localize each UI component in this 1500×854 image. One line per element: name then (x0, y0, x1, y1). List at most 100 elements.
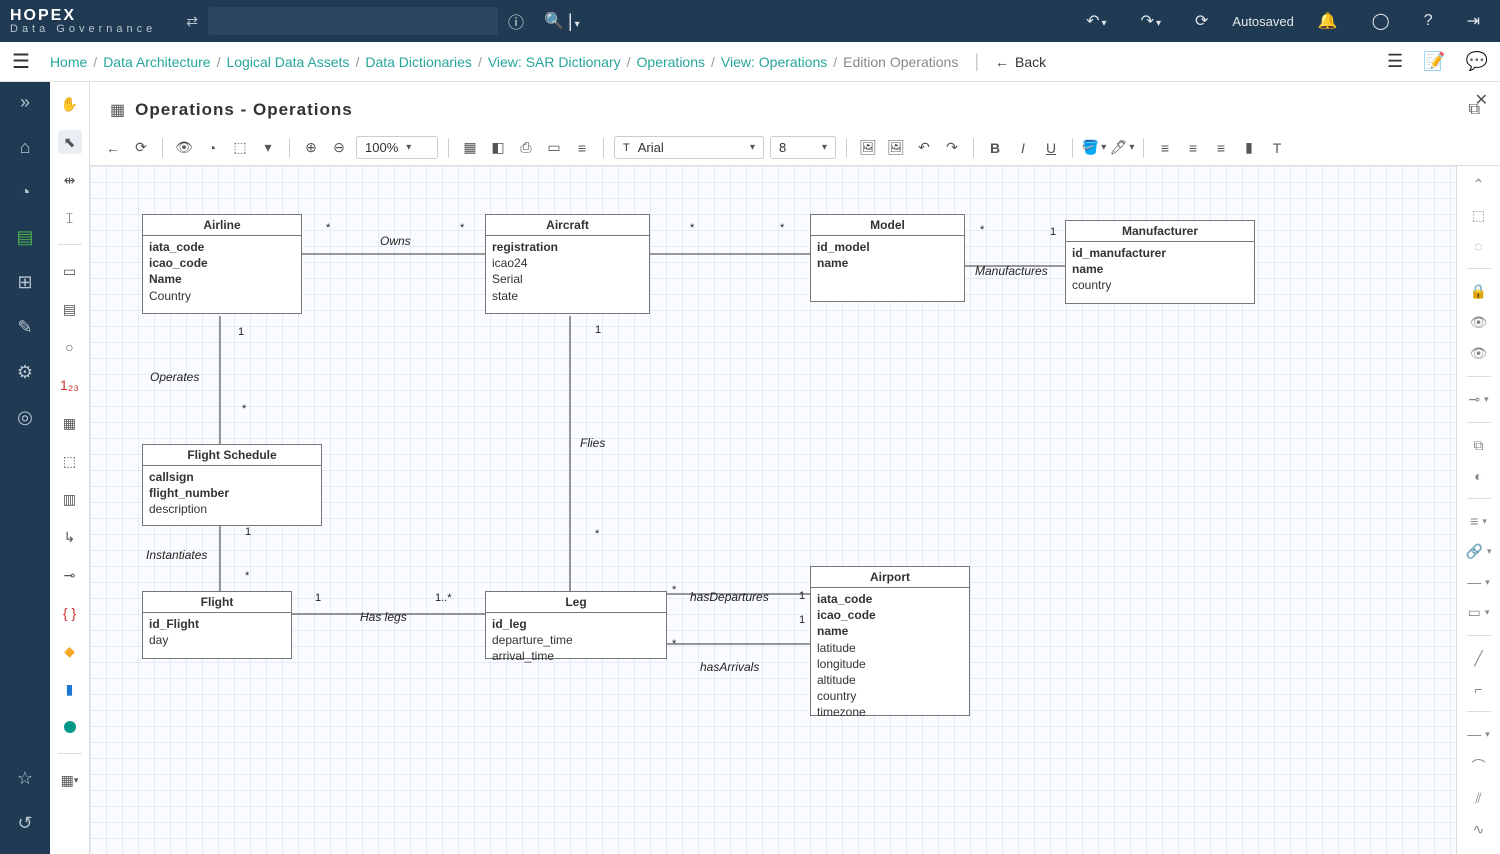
nav-back-icon[interactable]: ← (102, 137, 124, 159)
table-icon[interactable]: ▦ (58, 411, 82, 435)
list-icon[interactable]: ☰ (1387, 51, 1403, 72)
rail-ortho-icon[interactable]: ⌐ (1474, 681, 1482, 697)
back-button[interactable]: ← Back (995, 54, 1046, 70)
history-icon[interactable]: ↺ (17, 813, 32, 834)
rotate-left-icon[interactable]: ↶ (913, 137, 935, 159)
pan-tool-icon[interactable]: ✋ (58, 92, 82, 116)
arrow-tool-icon[interactable]: ↳ (58, 525, 82, 549)
italic-icon[interactable]: I (1012, 137, 1034, 159)
bold-icon[interactable]: B (984, 137, 1006, 159)
zoom-in-icon[interactable]: ⊕ (300, 137, 322, 159)
bc-logical-assets[interactable]: Logical Data Assets (226, 54, 349, 70)
data-icon[interactable]: ▤ (16, 227, 33, 248)
note-icon[interactable]: 📝 (1423, 51, 1445, 72)
entity-manufacturer[interactable]: Manufacturer id_manufacturernamecountry (1065, 220, 1255, 304)
redo-icon[interactable]: ↷▾ (1141, 11, 1161, 31)
bc-operations[interactable]: Operations (637, 54, 705, 70)
layout-2-icon[interactable]: ◧ (487, 137, 509, 159)
rail-curve-icon[interactable]: ⌒ (1472, 756, 1486, 776)
grid-icon[interactable]: ▦ ▾ (58, 768, 82, 792)
rail-show-icon[interactable]: 👁 (1470, 345, 1488, 362)
menu-icon[interactable]: ☰ (12, 49, 30, 74)
list-tool-icon[interactable]: ▥ (58, 487, 82, 511)
print-icon[interactable]: ⎙ (515, 137, 537, 159)
fill-color-icon[interactable]: 🪣▾ (1083, 137, 1105, 159)
dropdown-icon[interactable]: ▾ (257, 137, 279, 159)
user-icon[interactable]: ◯ (1372, 11, 1390, 31)
img-2-icon[interactable]: 🖼 (885, 137, 907, 159)
diagram-canvas[interactable]: Owns Manufactures Operates Flies Instant… (90, 166, 1456, 854)
view-icon[interactable]: 👁 (173, 137, 195, 159)
rail-link-icon[interactable]: 🔗 (1466, 543, 1483, 560)
rail-line2-icon[interactable]: ▭ (1468, 604, 1481, 621)
bc-view-operations[interactable]: View: Operations (721, 54, 827, 70)
entity-aircraft[interactable]: Aircraft registrationicao24Serialstate (485, 214, 650, 314)
search-input[interactable] (208, 7, 498, 35)
edit-icon[interactable]: ✎ (17, 317, 32, 338)
help-icon[interactable]: ? (1424, 12, 1433, 30)
info-icon[interactable]: ⓘ (508, 9, 524, 33)
favorites-icon[interactable]: ☆ (17, 768, 33, 789)
bc-data-dictionaries[interactable]: Data Dictionaries (365, 54, 472, 70)
rail-up-icon[interactable]: ⌃ (1473, 176, 1485, 193)
rail-line1-icon[interactable]: — (1467, 574, 1481, 590)
relation-icon[interactable]: ⬚ (58, 449, 82, 473)
home-icon[interactable]: ⌂ (20, 137, 31, 158)
align-left-icon[interactable]: ≡ (1154, 137, 1176, 159)
number-tool-icon[interactable]: 1₂₃ (58, 373, 82, 397)
font-select[interactable]: TArial▾ (614, 136, 764, 159)
entity-model[interactable]: Model id_modelname (810, 214, 965, 302)
entity-icon[interactable]: ▤ (58, 297, 82, 321)
expand-sidebar-icon[interactable]: » (20, 92, 30, 113)
entity-flight[interactable]: Flight id_Flightday (142, 591, 292, 659)
folder-icon[interactable]: ▭ (58, 259, 82, 283)
rail-rotate-icon[interactable]: ◐ (1474, 468, 1482, 484)
image-icon[interactable]: ▭ (543, 137, 565, 159)
circle-tool-icon[interactable]: ○ (58, 335, 82, 359)
nav-refresh-icon[interactable]: ⟳ (130, 137, 152, 159)
rail-lock-icon[interactable]: 🔒 (1470, 283, 1487, 300)
undo-icon[interactable]: ↶▾ (1086, 11, 1106, 31)
rail-copy-icon[interactable]: ⧉ (1474, 437, 1484, 454)
highlight-icon[interactable]: ▮ (1238, 137, 1260, 159)
connector-icon[interactable]: ⊸ (58, 563, 82, 587)
select-tool-icon[interactable]: ⬉ (58, 130, 82, 154)
layout-1-icon[interactable]: ▦ (459, 137, 481, 159)
notifications-icon[interactable]: 🔔 (1318, 11, 1338, 31)
braces-icon[interactable]: { } (58, 601, 82, 625)
bc-data-architecture[interactable]: Data Architecture (103, 54, 210, 70)
entity-leg[interactable]: Leg id_legdeparture_timearrival_time (485, 591, 667, 659)
rail-dashed-icon[interactable]: ◌ (1474, 238, 1482, 254)
search-dropdown-icon[interactable]: |▾ (568, 11, 580, 32)
zoom-select[interactable]: 100%▾ (356, 136, 438, 159)
split-tool-icon[interactable]: ⇹ (58, 168, 82, 192)
rail-straight-icon[interactable]: ╱ (1474, 650, 1482, 667)
align-center-icon[interactable]: ≡ (1182, 137, 1204, 159)
bc-sar-dictionary[interactable]: View: SAR Dictionary (488, 54, 621, 70)
entity-airline[interactable]: Airline iata_codeicao_codeNameCountry (142, 214, 302, 314)
refresh-icon[interactable]: ⟳ (1195, 11, 1208, 31)
state-icon[interactable] (58, 715, 82, 739)
align-right-icon[interactable]: ≡ (1210, 137, 1232, 159)
underline-icon[interactable]: U (1040, 137, 1062, 159)
align-icon[interactable]: ≡ (571, 137, 593, 159)
cycle-icon[interactable]: ◎ (17, 407, 33, 428)
rail-layer-icon[interactable]: ≡ (1470, 513, 1478, 529)
entity-flight-schedule[interactable]: Flight Schedule callsignflight_numberdes… (142, 444, 322, 526)
doc-tool-icon[interactable]: ▮ (58, 677, 82, 701)
rail-box-icon[interactable]: ⬚ (1472, 207, 1485, 224)
note-tool-icon[interactable]: ◆ (58, 639, 82, 663)
rail-snap-icon[interactable]: ⊸ (1468, 391, 1480, 408)
comments-icon[interactable]: 💬 (1466, 51, 1488, 72)
logout-icon[interactable]: ⇥ (1467, 11, 1480, 31)
process-icon[interactable]: ⚙ (17, 362, 33, 383)
entity-airport[interactable]: Airport iata_codeicao_codenamelatitudelo… (810, 566, 970, 716)
dashboard-icon[interactable]: ◔ (20, 182, 31, 203)
rail-hide-icon[interactable]: 👁 (1470, 314, 1488, 331)
img-1-icon[interactable]: 🖼 (857, 137, 879, 159)
search-icon[interactable]: 🔍 (544, 11, 564, 31)
rail-style-icon[interactable]: — (1467, 726, 1481, 742)
text-style-icon[interactable]: T (1266, 137, 1288, 159)
hierarchy-icon[interactable]: ⊞ (17, 272, 32, 293)
line-color-icon[interactable]: 🖊▾ (1111, 137, 1133, 159)
